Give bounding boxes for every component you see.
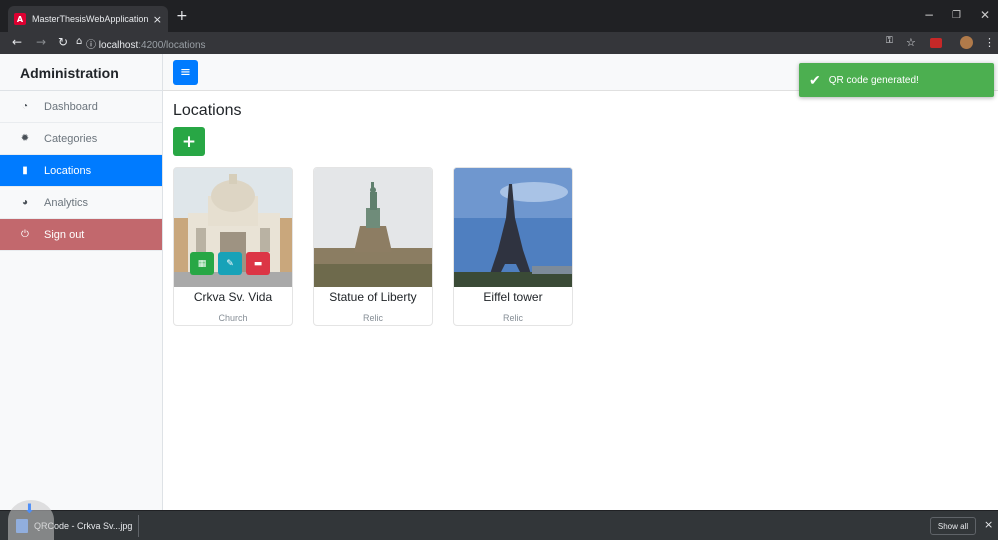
card-title: Statue of Liberty [329,290,417,304]
url-path: :4200/locations [138,40,206,51]
sidebar-title: Administration [0,54,162,91]
sidebar-item-analytics[interactable]: ◕ Analytics [0,187,162,219]
downloads-bar: QRCode - Crkva Sv...jpg [0,510,998,540]
delete-button[interactable]: ▬ [246,252,270,275]
card-title: Crkva Sv. Vida [193,290,273,304]
url-field[interactable]: ⓘ localhost:4200/locations [86,36,206,51]
sidebar-item-label: Locations [44,164,92,177]
pie-chart-icon: ◕ [21,197,29,208]
card-actions: ▦ ✎ ▬ [190,252,270,275]
location-image-eiffel-tower [454,168,572,287]
angular-icon: A [14,13,26,25]
checkmark-icon: ✔ [809,71,821,88]
qr-code-button[interactable]: ▦ [190,252,214,275]
key-icon[interactable]: ⚿ [886,36,893,46]
reload-icon[interactable]: ↻ [58,35,68,49]
home-icon[interactable]: ⌂ [76,36,82,47]
toast-message: QR code generated! [828,74,919,86]
menu-toggle-button[interactable]: ≡ [173,60,198,85]
location-card[interactable]: ▦ ✎ ▬ Crkva Sv. Vida Church [173,167,293,326]
add-location-button[interactable]: + [173,127,205,156]
toast-notification[interactable]: ✔ QR code generated! [799,63,994,97]
power-icon: ⏻ [21,229,29,240]
browser-titlebar: A MasterThesisWebApplicationFro × + − ❐ … [0,0,998,32]
page-title: Locations [173,102,242,119]
restore-button[interactable]: ❐ [952,10,961,21]
card-category: Church [218,313,248,323]
trash-icon: ▬ [253,258,263,269]
close-window-button[interactable]: ✕ [980,8,990,22]
back-icon[interactable]: ← [12,35,22,49]
sidebar-item-label: Analytics [44,196,89,209]
browser-tab[interactable]: A MasterThesisWebApplicationFro × [8,6,168,32]
location-card[interactable]: Statue of Liberty Relic [313,167,433,326]
sidebar-item-label: Dashboard [44,100,98,113]
url-host: localhost [98,40,139,51]
map-icon: ▮ [22,165,28,176]
dashboard-icon: ◔ [21,101,29,112]
sidebar-item-label: Categories [44,132,98,145]
card-category: Relic [502,313,523,323]
tab-title: MasterThesisWebApplicationFro [32,14,149,24]
more-menu-icon[interactable]: ⋮ [984,36,995,49]
address-bar: ← → ↻ ⌂ ⓘ localhost:4200/locations ⚿ ☆ ⋮ [0,32,998,54]
sidebar-item-label: Sign out [44,228,85,241]
location-image-statue-of-liberty [314,168,432,287]
sidebar-item-dashboard[interactable]: ◔ Dashboard [0,91,162,123]
sidebar-item-locations[interactable]: ▮ Locations [0,155,162,187]
edit-button[interactable]: ✎ [218,252,242,275]
qr-code-icon: ▦ [197,258,207,269]
hamburger-icon: ≡ [180,65,191,80]
location-image-church: ▦ ✎ ▬ [174,168,292,287]
adblock-icon[interactable] [930,38,942,48]
profile-avatar[interactable] [960,36,973,49]
sidebar-item-categories[interactable]: ✹ Categories [0,123,162,155]
location-card[interactable]: Eiffel tower Relic [453,167,573,326]
new-tab-button[interactable]: + [176,8,188,24]
card-category: Relic [362,313,383,323]
show-all-button[interactable]: Show all [930,517,976,535]
close-downloads-icon[interactable]: × [984,518,993,531]
forward-icon[interactable]: → [36,35,46,49]
minimize-button[interactable]: − [924,8,934,22]
sidebar: Administration ◔ Dashboard ✹ Categories … [0,54,163,510]
download-arrow-icon: ⬇ [24,502,35,517]
star-icon[interactable]: ☆ [906,36,916,49]
sidebar-item-sign-out[interactable]: ⏻ Sign out [0,219,162,251]
tab-close-icon[interactable]: × [153,13,162,26]
info-icon: ⓘ [86,40,99,51]
categories-icon: ✹ [20,133,30,144]
card-title: Eiffel tower [483,290,543,304]
pencil-icon: ✎ [226,258,234,269]
